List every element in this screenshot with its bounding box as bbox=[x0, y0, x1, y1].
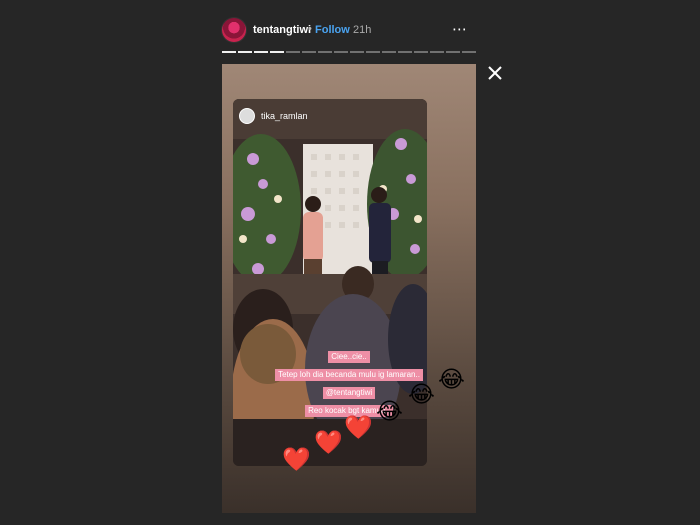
progress-segment bbox=[382, 51, 396, 53]
caption-line: Ciee..cie.. bbox=[328, 351, 370, 363]
laughing-emoji-sticker: 😂 bbox=[438, 366, 465, 392]
progress-segment bbox=[222, 51, 236, 53]
story-card[interactable]: tika_ramlan Ciee..cie.. Tetep loh dia be… bbox=[222, 64, 476, 513]
reposted-avatar bbox=[239, 108, 255, 124]
timestamp: 21h bbox=[353, 24, 372, 36]
progress-segment bbox=[366, 51, 380, 53]
story-header: tentangtiwi • Follow 21h ⋯ bbox=[222, 18, 476, 44]
progress-segment bbox=[334, 51, 348, 53]
heart-emoji-sticker: ❤️ bbox=[314, 429, 343, 455]
heart-emoji-sticker: ❤️ bbox=[282, 446, 311, 472]
more-options-icon[interactable]: ⋯ bbox=[452, 20, 468, 38]
close-icon[interactable] bbox=[484, 62, 506, 84]
progress-segment bbox=[302, 51, 316, 53]
reposted-username: tika_ramlan bbox=[261, 111, 308, 121]
progress-segment bbox=[446, 51, 460, 53]
progress-segment bbox=[430, 51, 444, 53]
progress-segment bbox=[462, 51, 476, 53]
progress-segment bbox=[350, 51, 364, 53]
progress-segment bbox=[238, 51, 252, 53]
caption-line: Tetep loh dia becanda mulu ig lamaran.. bbox=[275, 369, 423, 381]
avatar[interactable] bbox=[222, 18, 246, 42]
reposted-header: tika_ramlan bbox=[239, 105, 308, 127]
progress-segment bbox=[254, 51, 268, 53]
caption-line: @tentangtiwi bbox=[322, 387, 376, 399]
laughing-emoji-sticker: 😂 bbox=[408, 381, 435, 407]
laughing-emoji-sticker: 😂 bbox=[376, 398, 403, 424]
heart-emoji-sticker: ❤️ bbox=[344, 414, 373, 440]
separator-dot: • bbox=[308, 23, 312, 35]
follow-button[interactable]: Follow bbox=[315, 24, 350, 36]
progress-segment bbox=[270, 51, 284, 53]
username[interactable]: tentangtiwi bbox=[253, 24, 311, 36]
progress-segment bbox=[286, 51, 300, 53]
progress-segment bbox=[398, 51, 412, 53]
progress-segment bbox=[318, 51, 332, 53]
story-progress-bar bbox=[222, 51, 476, 53]
progress-segment bbox=[414, 51, 428, 53]
